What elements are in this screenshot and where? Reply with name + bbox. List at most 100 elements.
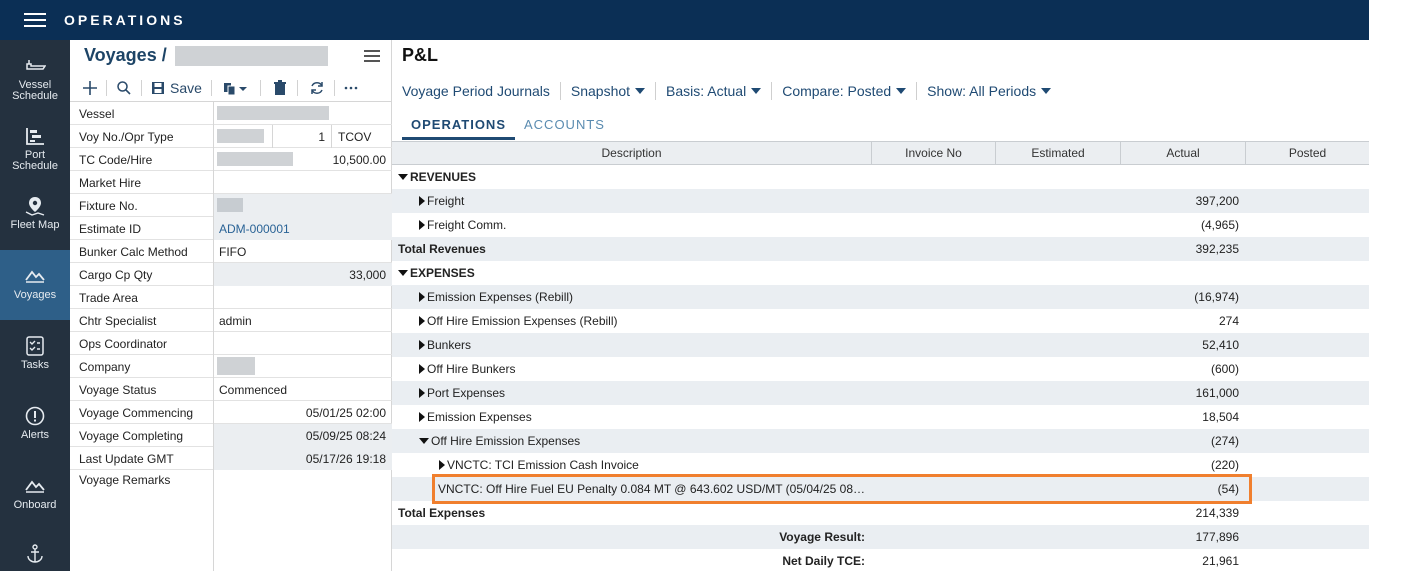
field-market-hire: Market Hire	[70, 171, 392, 194]
field-fixture-no: Fixture No.	[70, 194, 392, 217]
table-row-highlighted[interactable]: VNCTC: Off Hire Fuel EU Penalty 0.084 MT…	[392, 477, 1369, 501]
fixture-no-input[interactable]	[213, 194, 392, 217]
nav-fleet-map[interactable]: Fleet Map	[0, 180, 70, 250]
table-row[interactable]: Port Expenses 161,000	[392, 381, 1369, 405]
show-dropdown[interactable]: Show: All Periods	[927, 83, 1052, 99]
expand-icon[interactable]	[419, 291, 425, 302]
nav-onboard[interactable]: Onboard	[0, 460, 70, 530]
voyage-header: Voyages /	[84, 45, 328, 67]
expand-icon[interactable]	[419, 315, 425, 326]
expand-icon[interactable]	[419, 219, 425, 230]
table-row[interactable]: REVENUES	[392, 165, 1369, 189]
field-trade-area: Trade Area	[70, 286, 392, 309]
expand-icon[interactable]	[419, 339, 425, 350]
table-row[interactable]: Freight 397,200	[392, 189, 1369, 213]
voyage-form-fields: Vessel Voy No./Opr Type 1 TCOV TC Code/H…	[70, 101, 392, 571]
table-row[interactable]: Off Hire Emission Expenses (Rebill) 274	[392, 309, 1369, 333]
table-row[interactable]: Emission Expenses (Rebill) (16,974)	[392, 285, 1369, 309]
field-vessel: Vessel	[70, 102, 392, 125]
chtr-specialist-input[interactable]: admin	[213, 309, 392, 332]
nav-vessel-schedule[interactable]: Vessel Schedule	[0, 40, 70, 110]
table-row[interactable]: Net Daily TCE: 21,961	[392, 549, 1369, 571]
field-ops-coordinator: Ops Coordinator	[70, 332, 392, 355]
nav-alerts[interactable]: Alerts	[0, 390, 70, 460]
table-row[interactable]: Emission Expenses 18,504	[392, 405, 1369, 429]
collapse-icon[interactable]	[419, 437, 429, 444]
expand-icon[interactable]	[419, 363, 425, 374]
onboard-icon	[25, 480, 45, 493]
collapse-icon[interactable]	[398, 269, 408, 276]
last-update-value: 05/17/26 19:18	[213, 447, 392, 470]
opr-type-value[interactable]: TCOV	[338, 130, 371, 144]
compare-dropdown[interactable]: Compare: Posted	[782, 83, 907, 99]
field-voy-no: Voy No./Opr Type 1 TCOV	[70, 125, 392, 148]
table-row[interactable]: VNCTC: TCI Emission Cash Invoice (220)	[392, 453, 1369, 477]
expand-icon[interactable]	[419, 195, 425, 206]
table-row[interactable]: Bunkers 52,410	[392, 333, 1369, 357]
trade-area-input[interactable]	[213, 286, 392, 309]
column-header-description[interactable]: Description	[392, 142, 872, 165]
bunker-calc-select[interactable]: FIFO	[213, 240, 392, 263]
hamburger-icon[interactable]	[24, 13, 46, 27]
table-row[interactable]: Total Revenues 392,235	[392, 237, 1369, 261]
column-header-estimated[interactable]: Estimated	[996, 142, 1121, 165]
field-cargo-cp-qty: Cargo Cp Qty 33,000	[70, 263, 392, 286]
copy-menu-button[interactable]	[223, 76, 249, 100]
add-button[interactable]	[82, 76, 98, 100]
tab-operations[interactable]: OPERATIONS	[402, 116, 515, 140]
table-row[interactable]: EXPENSES	[392, 261, 1369, 285]
map-pin-icon	[25, 197, 45, 216]
caret-down-icon	[1041, 88, 1052, 94]
table-row[interactable]: Off Hire Bunkers (600)	[392, 357, 1369, 381]
save-button[interactable]: Save	[151, 76, 202, 100]
top-bar: OPERATIONS	[0, 0, 1369, 40]
nav-voyages[interactable]: Voyages	[0, 250, 70, 320]
voy-no-input[interactable]: 1 TCOV	[213, 125, 392, 148]
tc-code-input[interactable]: 10,500.00	[213, 148, 392, 171]
form-menu-icon[interactable]	[364, 50, 380, 62]
plus-icon	[83, 81, 97, 95]
estimate-id-link[interactable]: ADM-000001	[213, 217, 392, 240]
voyage-status-select[interactable]: Commenced	[213, 378, 392, 401]
pl-tabs: OPERATIONS ACCOUNTS	[402, 116, 614, 140]
column-header-invoice-no[interactable]: Invoice No	[872, 142, 996, 165]
nav-anchor[interactable]	[0, 532, 70, 571]
table-row[interactable]: Freight Comm. (4,965)	[392, 213, 1369, 237]
voyage-period-journals-link[interactable]: Voyage Period Journals	[402, 83, 550, 99]
voyage-commencing-input[interactable]: 05/01/25 02:00	[213, 401, 392, 424]
refresh-button[interactable]	[309, 76, 325, 100]
delete-button[interactable]	[273, 76, 287, 100]
form-toolbar: Save	[80, 76, 380, 100]
vessel-input[interactable]	[213, 102, 392, 125]
nav-port-schedule[interactable]: Port Schedule	[0, 110, 70, 180]
expand-icon[interactable]	[419, 387, 425, 398]
nav-tasks[interactable]: Tasks	[0, 320, 70, 390]
expand-icon[interactable]	[439, 459, 445, 470]
voyage-breadcrumb[interactable]: Voyages /	[84, 45, 167, 65]
voyage-remarks-input[interactable]	[213, 470, 392, 571]
table-row[interactable]: Voyage Result: 177,896	[392, 525, 1369, 549]
company-input[interactable]	[213, 355, 392, 378]
voyage-completing-input[interactable]: 05/09/25 08:24	[213, 424, 392, 447]
table-row[interactable]: Total Expenses 214,339	[392, 501, 1369, 525]
collapse-icon[interactable]	[398, 173, 408, 180]
snapshot-dropdown[interactable]: Snapshot	[571, 83, 646, 99]
cargo-cp-qty-input[interactable]: 33,000	[213, 263, 392, 286]
redacted-voyage-name	[174, 46, 328, 67]
expand-icon[interactable]	[419, 411, 425, 422]
search-button[interactable]	[116, 76, 132, 100]
ellipsis-icon	[344, 86, 358, 90]
ops-coordinator-input[interactable]	[213, 332, 392, 355]
field-last-update: Last Update GMT 05/17/26 19:18	[70, 447, 392, 470]
table-row[interactable]: Off Hire Emission Expenses (274)	[392, 429, 1369, 453]
left-nav: Vessel Schedule Port Schedule Fleet Map …	[0, 40, 70, 571]
column-header-actual[interactable]: Actual	[1121, 142, 1246, 165]
voyage-form-panel: Voyages / Save Vessel Voy No./Opr Type 1…	[70, 40, 392, 571]
basis-dropdown[interactable]: Basis: Actual	[666, 83, 762, 99]
toolbar-divider	[141, 80, 142, 96]
more-options-button[interactable]	[344, 76, 358, 100]
column-header-posted[interactable]: Posted	[1246, 142, 1369, 165]
tab-accounts[interactable]: ACCOUNTS	[515, 116, 614, 140]
market-hire-input[interactable]	[213, 171, 392, 194]
refresh-icon	[311, 82, 323, 94]
